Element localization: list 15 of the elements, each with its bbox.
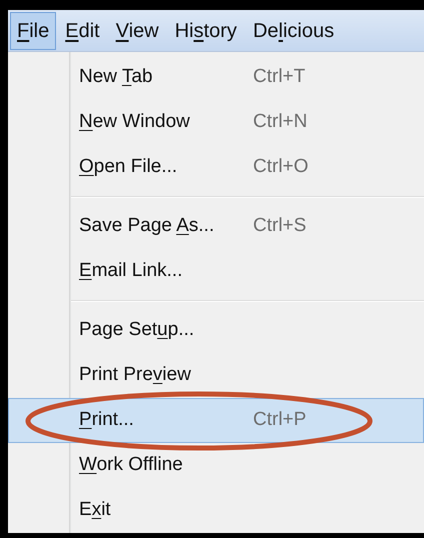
menu-item[interactable]: New Tab Ctrl+T <box>8 55 424 100</box>
menu-item[interactable]: Print Preview <box>8 353 424 398</box>
menu-bar-item[interactable]: File <box>10 12 56 50</box>
menu-bar-item[interactable]: View <box>108 12 166 50</box>
menu-item[interactable]: Save Page As... Ctrl+S <box>8 204 424 249</box>
menu-bar-item[interactable]: History <box>168 12 244 50</box>
menu-item[interactable]: New Window Ctrl+N <box>8 100 424 145</box>
menu-bar-item[interactable]: Delicious <box>246 12 342 50</box>
menu-item[interactable]: Open File... Ctrl+O <box>8 145 424 190</box>
menu-item[interactable]: Work Offline <box>8 443 424 488</box>
menu-item[interactable]: Exit <box>8 488 424 533</box>
menu-item[interactable]: Page Setup... <box>8 308 424 353</box>
menu-bar-item[interactable]: Edit <box>58 12 107 50</box>
menu-item[interactable]: Print... Ctrl+P <box>8 398 424 443</box>
menu-item[interactable]: Email Link... <box>8 249 424 294</box>
